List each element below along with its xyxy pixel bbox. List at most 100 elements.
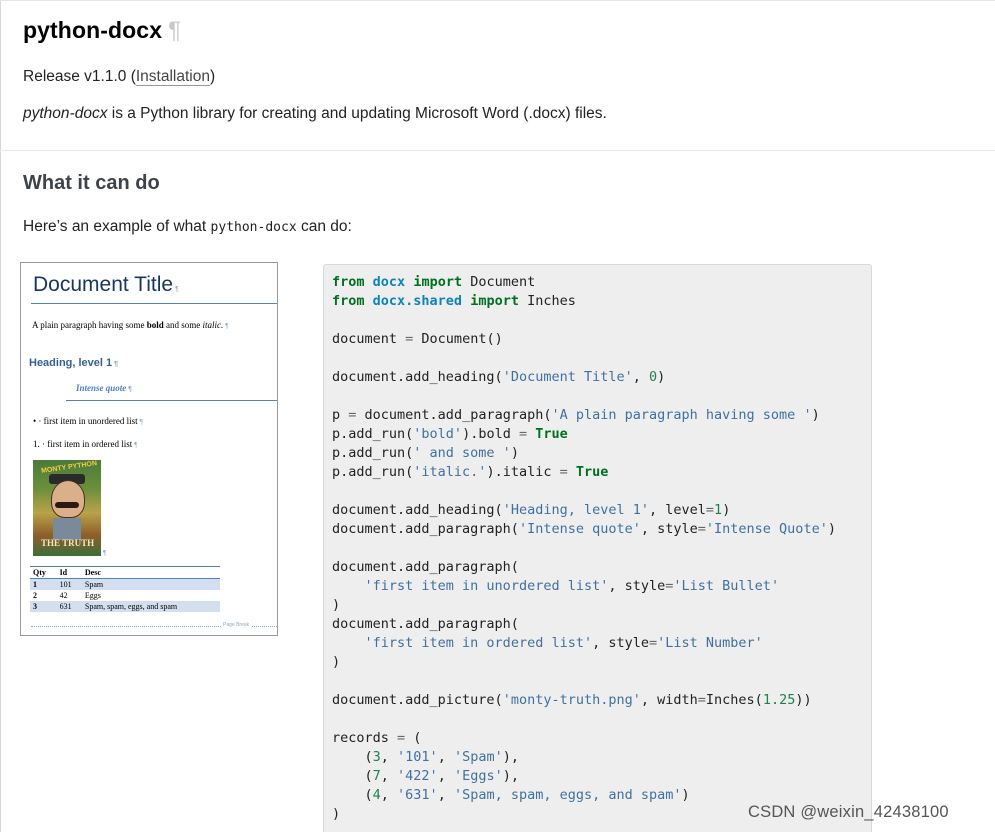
- code-token: , style: [640, 521, 698, 537]
- code-token: ,: [437, 768, 454, 784]
- intro-text: is a Python library for creating and upd…: [107, 105, 607, 122]
- code-example: from docx import Document from docx.shar…: [332, 273, 871, 824]
- code-token: Document(): [413, 331, 503, 347]
- code-token: document.add_paragraph(: [332, 616, 519, 632]
- code-line: p.add_run('bold').bold = True: [332, 426, 568, 442]
- preview-table-row: 2 42 Eggs: [30, 590, 220, 601]
- picture-mustache: [55, 502, 79, 508]
- code-token: 'List Number': [657, 635, 763, 651]
- code-token: 'Spam, spam, eggs, and spam': [453, 787, 682, 803]
- preview-para-part2: and some: [163, 320, 203, 330]
- release-suffix: ): [209, 68, 216, 85]
- code-token: 'first item in unordered list': [364, 578, 609, 594]
- code-token: ,: [380, 768, 398, 784]
- code-token: , level: [649, 502, 706, 518]
- code-line: document.add_paragraph(: [332, 616, 519, 632]
- page-top-border: [0, 0, 995, 1]
- code-token: p.add_run(: [332, 445, 414, 461]
- code-token: ): [827, 521, 836, 537]
- preview-mark: ¶: [114, 361, 119, 368]
- code-token: (: [332, 768, 373, 784]
- picture-top-text: MONTY PYTHON: [40, 460, 98, 475]
- example-intro: Here’s an example of what python-docx ca…: [23, 218, 352, 236]
- preview-document-title: Document Title ¶: [33, 273, 179, 297]
- code-line: document.add_heading('Heading, level 1',…: [332, 502, 730, 518]
- code-line: p = document.add_paragraph('A plain para…: [332, 407, 820, 423]
- code-token: from: [332, 274, 365, 290]
- code-token: (: [332, 787, 373, 803]
- code-line: p.add_run('italic.').italic = True: [332, 464, 608, 480]
- preview-heading-text: Heading, level 1: [29, 357, 113, 369]
- code-token: =: [559, 464, 568, 480]
- code-token: ,: [380, 749, 398, 765]
- code-token: =: [697, 521, 706, 537]
- code-token: ): [681, 787, 690, 803]
- preview-numbered-item: 1. · first item in ordered list ¶: [33, 439, 137, 449]
- code-example-block[interactable]: from docx import Document from docx.shar…: [323, 264, 872, 832]
- preview-table-cell: 101: [56, 578, 82, 590]
- preview-table-cell: 1: [30, 578, 57, 590]
- code-line: (7, '422', 'Eggs'),: [332, 768, 520, 784]
- code-token: 'Spam': [453, 749, 503, 765]
- preview-table-cell: 42: [59, 591, 68, 600]
- code-token: document.add_paragraph(: [356, 407, 552, 423]
- code-token: 1.25: [762, 692, 796, 708]
- code-line: from docx import Document: [332, 274, 535, 290]
- preview-bullet-item: • · first item in unordered list ¶: [33, 416, 143, 426]
- permalink-icon[interactable]: ¶: [168, 17, 181, 44]
- preview-para-part1: A plain paragraph having some: [32, 320, 147, 330]
- code-token: 'monty-truth.png': [502, 692, 641, 708]
- code-token: ,: [437, 749, 454, 765]
- code-token: docx: [372, 274, 406, 290]
- code-token: 3: [372, 749, 381, 765]
- code-token: p.add_run(: [332, 464, 414, 480]
- intro-paragraph: python-docx is a Python library for crea…: [23, 105, 607, 123]
- code-token: records: [332, 730, 398, 746]
- code-token: '101': [397, 749, 438, 765]
- preview-mark: ¶: [225, 322, 229, 330]
- preview-table-header-row: Qty Id Desc: [30, 566, 220, 579]
- code-token: (: [405, 730, 422, 746]
- preview-title-text: Document Title: [33, 273, 174, 296]
- preview-table-cell: 3: [30, 601, 57, 612]
- code-token: =: [649, 635, 658, 651]
- code-token: 1: [714, 502, 723, 518]
- preview-table-row: 3 631 Spam, spam, eggs, and spam: [30, 601, 220, 612]
- preview-table: Qty Id Desc 1 101 Spam 2 42 Eggs 3 631 S…: [30, 566, 220, 612]
- code-token: =: [518, 426, 528, 442]
- code-line: 'first item in unordered list', style='L…: [332, 578, 780, 594]
- preview-table-row: 1 101 Spam: [30, 578, 220, 590]
- preview-table-cell: Eggs: [84, 591, 101, 600]
- code-token: 4: [372, 787, 381, 803]
- preview-paragraph: A plain paragraph having some bold and s…: [32, 320, 228, 330]
- code-token: ): [332, 654, 341, 670]
- code-token: 'Intense quote': [518, 521, 641, 537]
- code-line: document.add_paragraph(: [332, 559, 519, 575]
- code-token: '422': [397, 768, 438, 784]
- code-token: ).italic: [486, 464, 560, 480]
- code-token: ,: [380, 787, 398, 803]
- example-suffix: can do:: [296, 218, 352, 235]
- code-token: document.add_picture(: [332, 692, 503, 708]
- intro-library-name: python-docx: [23, 105, 108, 122]
- code-token: )): [795, 692, 812, 708]
- picture-face: [51, 480, 85, 518]
- code-token: 'Heading, level 1': [502, 502, 649, 518]
- code-token: 'Eggs': [453, 768, 503, 784]
- preview-mark: ¶: [134, 441, 138, 449]
- code-token: ),: [502, 768, 519, 784]
- preview-mark: ¶: [139, 418, 143, 426]
- code-token: ).bold: [462, 426, 519, 442]
- code-token: document.add_heading(: [332, 369, 503, 385]
- example-code-inline: python-docx: [210, 220, 297, 235]
- code-line: document.add_paragraph('Intense quote', …: [332, 521, 836, 537]
- preview-table-cell: Spam, spam, eggs, and spam: [81, 601, 220, 612]
- document-preview-image: Document Title ¶ A plain paragraph having…: [20, 262, 278, 636]
- page-left-border: [0, 0, 1, 832]
- installation-link[interactable]: Installation: [135, 68, 210, 86]
- code-line: records = (: [332, 730, 421, 746]
- code-token: 'Document Title': [502, 369, 633, 385]
